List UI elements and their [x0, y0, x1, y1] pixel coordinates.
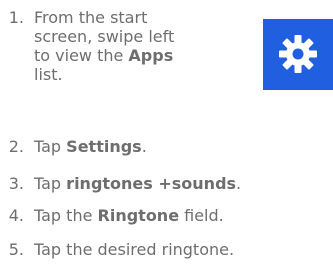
step-text-part: Tap [34, 137, 67, 156]
step-text: Tap ringtones +sounds. [34, 174, 241, 193]
step-4: 4. Tap the Ringtone field. [0, 206, 224, 225]
step-text-emphasis: Ringtone [97, 206, 180, 225]
step-text: From the start screen, swipe left to vie… [34, 8, 184, 84]
step-number: 3. [8, 174, 24, 193]
settings-tile [263, 19, 333, 90]
step-1: 1. From the start screen, swipe left to v… [0, 8, 184, 84]
step-text: Tap the desired ringtone. [34, 240, 234, 259]
instruction-steps: 1. From the start screen, swipe left to v… [0, 0, 333, 264]
step-number: 4. [8, 206, 24, 225]
step-text-part: list. [34, 65, 63, 84]
step-number: 2. [8, 137, 24, 156]
step-number: 5. [8, 240, 24, 259]
gear-icon [279, 35, 317, 73]
step-number: 1. [8, 8, 24, 27]
step-text-part: Tap the desired ringtone. [34, 240, 235, 259]
step-2: 2. Tap Settings. [0, 137, 147, 156]
step-text-part: Tap the [34, 206, 98, 225]
step-text: Tap the Ringtone field. [34, 206, 224, 225]
step-text-emphasis: ringtones +sounds [66, 174, 237, 193]
step-text-part: . [236, 174, 242, 193]
step-3: 3. Tap ringtones +sounds. [0, 174, 241, 193]
step-text-emphasis: Apps [128, 46, 174, 65]
step-text-emphasis: Settings [66, 137, 142, 156]
step-text-part: field. [179, 206, 224, 225]
step-5: 5. Tap the desired ringtone. [0, 240, 234, 259]
step-text-part: . [141, 137, 147, 156]
step-text-part: Tap [34, 174, 67, 193]
step-text: Tap Settings. [34, 137, 147, 156]
